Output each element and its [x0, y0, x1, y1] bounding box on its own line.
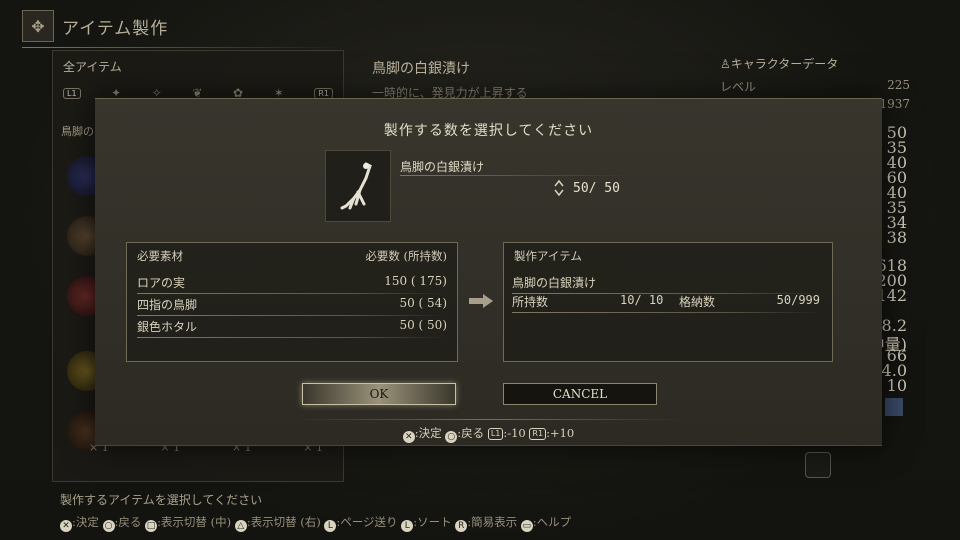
stats-header: ♙キャラクターデータ [720, 57, 839, 71]
materials-header-right: 必要数 (所持数) [365, 249, 447, 263]
materials-header: 必要素材 [137, 249, 183, 263]
item-description: 鳥脚の白銀漬け 一時的に、発見力が上昇する [372, 58, 528, 101]
bird-leg-item-icon [325, 150, 391, 222]
l1-r1-button-icon: L [324, 520, 337, 532]
craft-quantity-dialog: 製作する数を選択してください 鳥脚の白銀漬け 50/ 50 必要素材 必要数 (… [95, 98, 882, 446]
cross-button-icon: ✕ [402, 431, 415, 443]
dialog-title: 製作する数を選択してください [383, 123, 594, 139]
item-desc-name: 鳥脚の白銀漬け [372, 61, 470, 77]
l1-tab-button[interactable]: L1 [63, 87, 81, 99]
rune-icon [805, 452, 831, 478]
category-label: 全アイテム [63, 60, 122, 74]
r3-button-icon: R [455, 520, 468, 532]
material-row: 四指の鳥脚 50 ( 54) [137, 294, 447, 316]
cross-button-icon: ✕ [60, 520, 72, 532]
quantity-value[interactable]: 50/ 50 [573, 181, 620, 196]
material-row: 銀色ホタル 50 ( 50) [137, 316, 447, 338]
footer-hints: ✕:決定 ○:戻る □:表示切替 (中) △:表示切替 (右) L:ページ送り … [60, 514, 571, 532]
material-row: ロアの実 150 ( 175) [137, 272, 447, 294]
quantity-stepper-icon[interactable] [553, 179, 565, 197]
touchpad-button-icon: ▭ [520, 520, 533, 532]
r1-button-icon: R1 [529, 428, 547, 440]
menu-title: アイテム製作 [62, 18, 169, 39]
character-icon: ♙ [720, 57, 731, 71]
result-header: 製作アイテム [514, 249, 582, 263]
menu-header: ✥ アイテム製作 [22, 10, 342, 48]
result-box: 製作アイテム 鳥脚の白銀漬け 所持数 10/ 10 格納数 50/999 [503, 242, 833, 362]
footer: 製作するアイテムを選択してください ✕:決定 ○:戻る □:表示切替 (中) △… [60, 491, 571, 532]
dialog-hints: ✕:決定 ○:戻る L1:-10 R1:+10 [95, 419, 882, 443]
cancel-button[interactable]: CANCEL [503, 383, 657, 405]
footer-prompt: 製作するアイテムを選択してください [60, 493, 263, 507]
ok-button[interactable]: OK [302, 383, 456, 405]
arrow-right-icon [469, 294, 493, 308]
circle-button-icon: ○ [102, 520, 115, 532]
triangle-button-icon: △ [234, 520, 247, 532]
circle-button-icon: ○ [445, 431, 458, 443]
square-button-icon: □ [145, 520, 158, 532]
r1-tab-button[interactable]: R1 [314, 87, 333, 99]
result-item-row: 鳥脚の白銀漬け [512, 274, 820, 294]
dialog-item-name: 鳥脚の白銀漬け [400, 160, 485, 174]
filter-label: 鳥脚の [61, 125, 94, 138]
crafting-kit-icon: ✥ [22, 10, 54, 42]
materials-box: 必要素材 必要数 (所持数) ロアの実 150 ( 175) 四指の鳥脚 50 … [126, 242, 458, 362]
l1-button-icon: L1 [487, 428, 504, 440]
l3-button-icon: L [401, 520, 414, 532]
equipment-slot-icon [885, 398, 903, 416]
